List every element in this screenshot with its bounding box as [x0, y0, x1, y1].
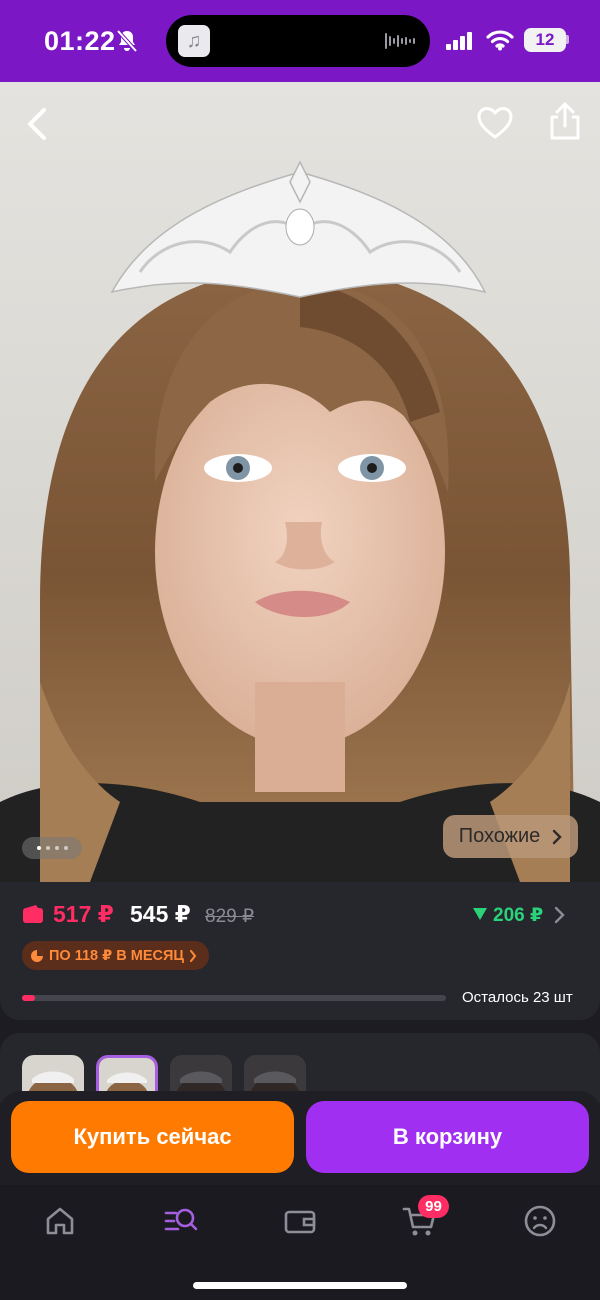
installment-label: ПО 118 ₽ В МЕСЯЦ: [49, 947, 185, 964]
heart-icon[interactable]: [476, 104, 514, 142]
pie-chart-icon: [31, 949, 43, 962]
product-image-gallery[interactable]: Похожие: [0, 82, 600, 882]
music-app-icon: ♫: [178, 25, 210, 57]
add-to-cart-button[interactable]: В корзину: [306, 1101, 589, 1173]
stock-label: Осталось 23 шт: [462, 989, 573, 1006]
battery-cap: [566, 35, 569, 44]
battery-icon: 12: [524, 28, 566, 52]
cart-badge: 99: [418, 1195, 449, 1218]
purchase-bar: Купить сейчас В корзину: [0, 1091, 600, 1185]
wallet-icon[interactable]: [280, 1201, 320, 1241]
price-drop-value: 206 ₽: [493, 905, 544, 926]
catalog-search-icon[interactable]: [160, 1201, 200, 1241]
pager-dot: [63, 846, 68, 850]
share-icon[interactable]: [546, 100, 584, 142]
wallet-icon: [23, 905, 43, 923]
wifi-icon: [486, 30, 514, 51]
signal-icon: [446, 32, 472, 50]
price-card[interactable]: 517 ₽ 545 ₽ 829 ₽ 206 ₽ ПО 118 ₽ В МЕСЯЦ…: [0, 882, 600, 1020]
pager-dot: [54, 846, 59, 850]
bell-off-icon: [116, 29, 138, 53]
pager-dot: [45, 846, 50, 850]
chevron-right-icon: [553, 829, 563, 844]
pager-dot: [36, 846, 41, 850]
old-price: 829 ₽: [205, 906, 255, 927]
installment-badge[interactable]: ПО 118 ₽ В МЕСЯЦ: [22, 941, 210, 970]
buy-now-button[interactable]: Купить сейчас: [11, 1101, 294, 1173]
similar-button[interactable]: Похожие: [443, 815, 578, 858]
product-photo: [0, 82, 600, 882]
chevron-right-icon[interactable]: [554, 906, 566, 924]
chevron-right-icon: [190, 949, 197, 962]
stock-progress-bar: [22, 995, 446, 1001]
stock-progress-fill: [22, 995, 35, 1001]
home-icon[interactable]: [40, 1201, 80, 1241]
status-bar: 01:22 ♫ 12: [0, 0, 600, 82]
product-page: 01:22 ♫ 12 Похожие 517 ₽ 545 ₽ 829 ₽ 206…: [0, 0, 600, 1300]
waveform-icon: [385, 33, 415, 49]
status-time: 01:22: [44, 26, 116, 56]
back-icon[interactable]: [18, 102, 58, 146]
current-price: 545 ₽: [130, 901, 191, 927]
home-indicator[interactable]: [193, 1282, 407, 1289]
gallery-pager: [22, 837, 82, 859]
price-drop-arrow-icon: [473, 908, 487, 920]
dynamic-island[interactable]: ♫: [166, 15, 430, 67]
similar-label: Похожие: [458, 825, 541, 847]
profile-icon[interactable]: [520, 1201, 560, 1241]
wallet-price: 517 ₽: [53, 901, 114, 927]
